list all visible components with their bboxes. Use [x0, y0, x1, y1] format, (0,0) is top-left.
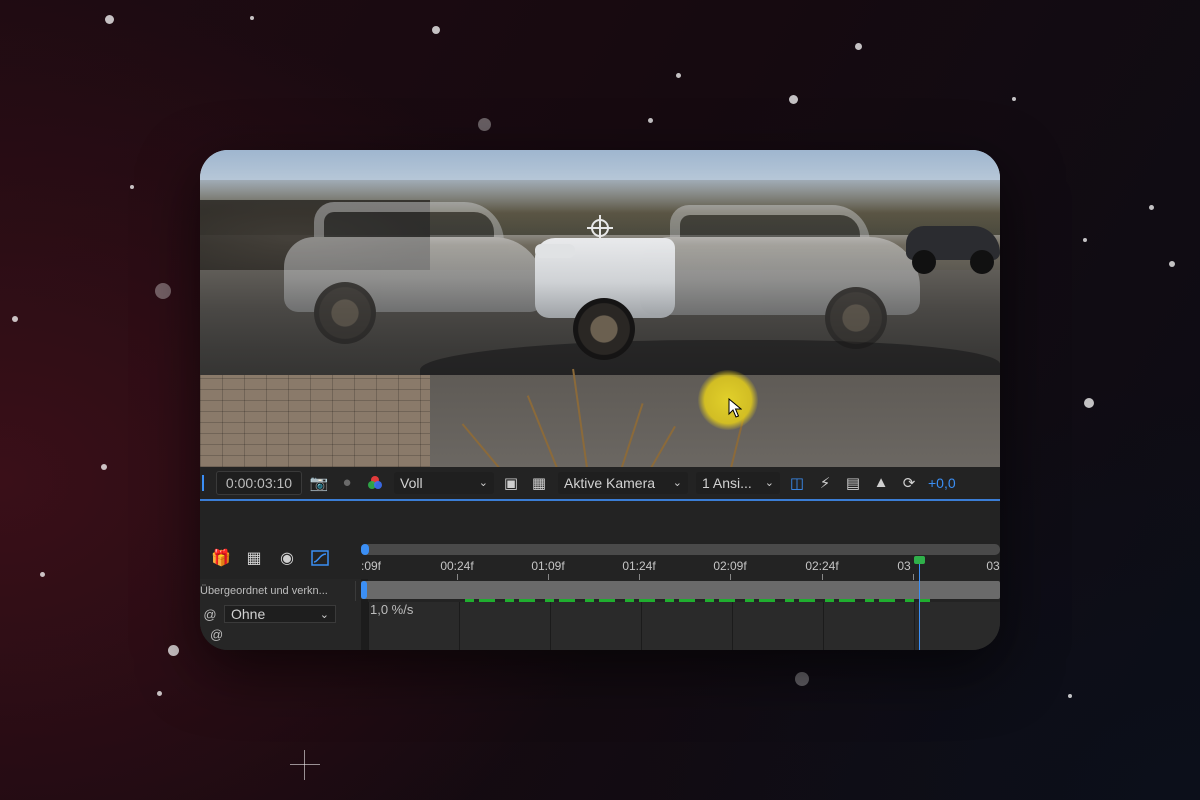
timeline-icon[interactable]: ▤ — [842, 472, 864, 494]
region-bracket-icon[interactable] — [202, 474, 210, 491]
views-dropdown[interactable]: 1 Ansi... ⌄ — [696, 471, 780, 494]
viewer-toolbar: 0:00:03:10 📷 ● Voll ⌄ ▣ ▦ Aktive Kamera … — [200, 467, 1000, 498]
star — [1083, 238, 1087, 242]
parent-link-column-header[interactable]: Übergeordnet und verkn... — [200, 581, 356, 601]
star — [12, 316, 18, 322]
work-area-start-handle[interactable] — [361, 581, 367, 599]
tick-label: 03 — [897, 559, 911, 573]
chevron-down-icon: ⌄ — [319, 608, 329, 621]
flowchart-icon[interactable]: ▲ — [870, 472, 892, 494]
tick-label: 03 — [986, 559, 1000, 573]
car-echo-left — [284, 202, 544, 352]
chevron-down-icon: ⌄ — [672, 477, 682, 489]
camera-dropdown[interactable]: Aktive Kamera ⌄ — [558, 471, 688, 494]
fast-previews-icon[interactable]: ⚡ — [814, 472, 836, 494]
star — [157, 691, 162, 696]
graph-speed-label: 1,0 %/s — [370, 602, 414, 617]
star — [130, 185, 134, 189]
star — [1149, 205, 1154, 210]
time-ruler[interactable]: :09f 00:24f 01:09f 01:24f 02:09f 02:24f … — [360, 557, 1000, 580]
motion-blur-icon[interactable]: ◉ — [276, 547, 298, 569]
star — [432, 26, 440, 34]
star — [478, 118, 491, 131]
playhead-handle[interactable] — [914, 556, 925, 564]
car-echo-right — [620, 205, 920, 355]
chevron-down-icon: ⌄ — [764, 477, 774, 489]
star — [795, 672, 809, 686]
tick-label: 00:24f — [440, 559, 474, 573]
current-time-display[interactable]: 0:00:03:10 — [216, 470, 302, 495]
tick-label: 01:09f — [531, 559, 565, 573]
composition-viewer[interactable] — [200, 150, 1000, 467]
star — [1068, 694, 1072, 698]
toggle-pixel-aspect-icon[interactable]: ◫ — [786, 472, 808, 494]
tick-label: 01:24f — [622, 559, 656, 573]
anchor-point-icon[interactable] — [587, 215, 613, 241]
star — [168, 645, 179, 656]
parent-select-row: @ Ohne ⌄ — [200, 604, 355, 624]
star — [1084, 398, 1094, 408]
show-snapshot-icon[interactable]: ● — [336, 472, 358, 494]
transparency-grid-icon[interactable]: ▦ — [528, 472, 550, 494]
comp-marker-icon[interactable]: 🎁 — [210, 547, 232, 569]
footage-pavers — [200, 375, 430, 467]
tick-label: 02:09f — [713, 559, 747, 573]
star — [155, 283, 171, 299]
graph-editor-area[interactable] — [368, 602, 1000, 650]
pick-whip-icon[interactable]: @ — [210, 627, 223, 642]
timeline-switches: 🎁 ▦ ◉ — [200, 545, 360, 571]
star — [1012, 97, 1016, 101]
playhead-line[interactable] — [919, 561, 920, 650]
star — [1169, 261, 1175, 267]
region-of-interest-icon[interactable]: ▣ — [500, 472, 522, 494]
chevron-down-icon: ⌄ — [478, 477, 488, 489]
star — [105, 15, 114, 24]
reset-exposure-icon[interactable]: ⟳ — [898, 472, 920, 494]
parent-select[interactable]: Ohne ⌄ — [224, 605, 336, 623]
star — [40, 572, 45, 577]
star — [855, 43, 862, 50]
resolution-value: Voll — [400, 474, 423, 491]
snapshot-icon[interactable]: 📷 — [308, 472, 330, 494]
star — [648, 118, 653, 123]
parked-car — [906, 212, 1000, 274]
work-area-bar[interactable] — [361, 581, 1000, 599]
mouse-cursor-icon — [728, 398, 742, 418]
star — [101, 464, 107, 470]
time-navigator-start-handle[interactable] — [361, 544, 369, 555]
views-value: 1 Ansi... — [702, 474, 752, 491]
sparkle-decoration — [290, 750, 320, 780]
resolution-dropdown[interactable]: Voll ⌄ — [394, 471, 494, 494]
graph-editor-icon[interactable] — [309, 547, 331, 569]
parent-select-value: Ohne — [231, 606, 266, 622]
exposure-value[interactable]: +0,0 — [928, 475, 956, 491]
tick-label: 02:24f — [805, 559, 839, 573]
camera-value: Aktive Kamera — [564, 474, 656, 491]
channel-icon[interactable] — [364, 472, 386, 494]
timeline-panel: 🎁 ▦ ◉ :09f 00:24f 01:09f 01:24f 02:09f 0… — [200, 501, 1000, 650]
after-effects-window: 0:00:03:10 📷 ● Voll ⌄ ▣ ▦ Aktive Kamera … — [200, 150, 1000, 650]
pick-whip-icon[interactable]: @ — [200, 607, 220, 622]
frame-blending-icon[interactable]: ▦ — [243, 547, 265, 569]
star — [789, 95, 798, 104]
time-navigator[interactable] — [361, 544, 1000, 555]
star — [250, 16, 254, 20]
star — [676, 73, 681, 78]
tick-label: :09f — [360, 559, 382, 573]
